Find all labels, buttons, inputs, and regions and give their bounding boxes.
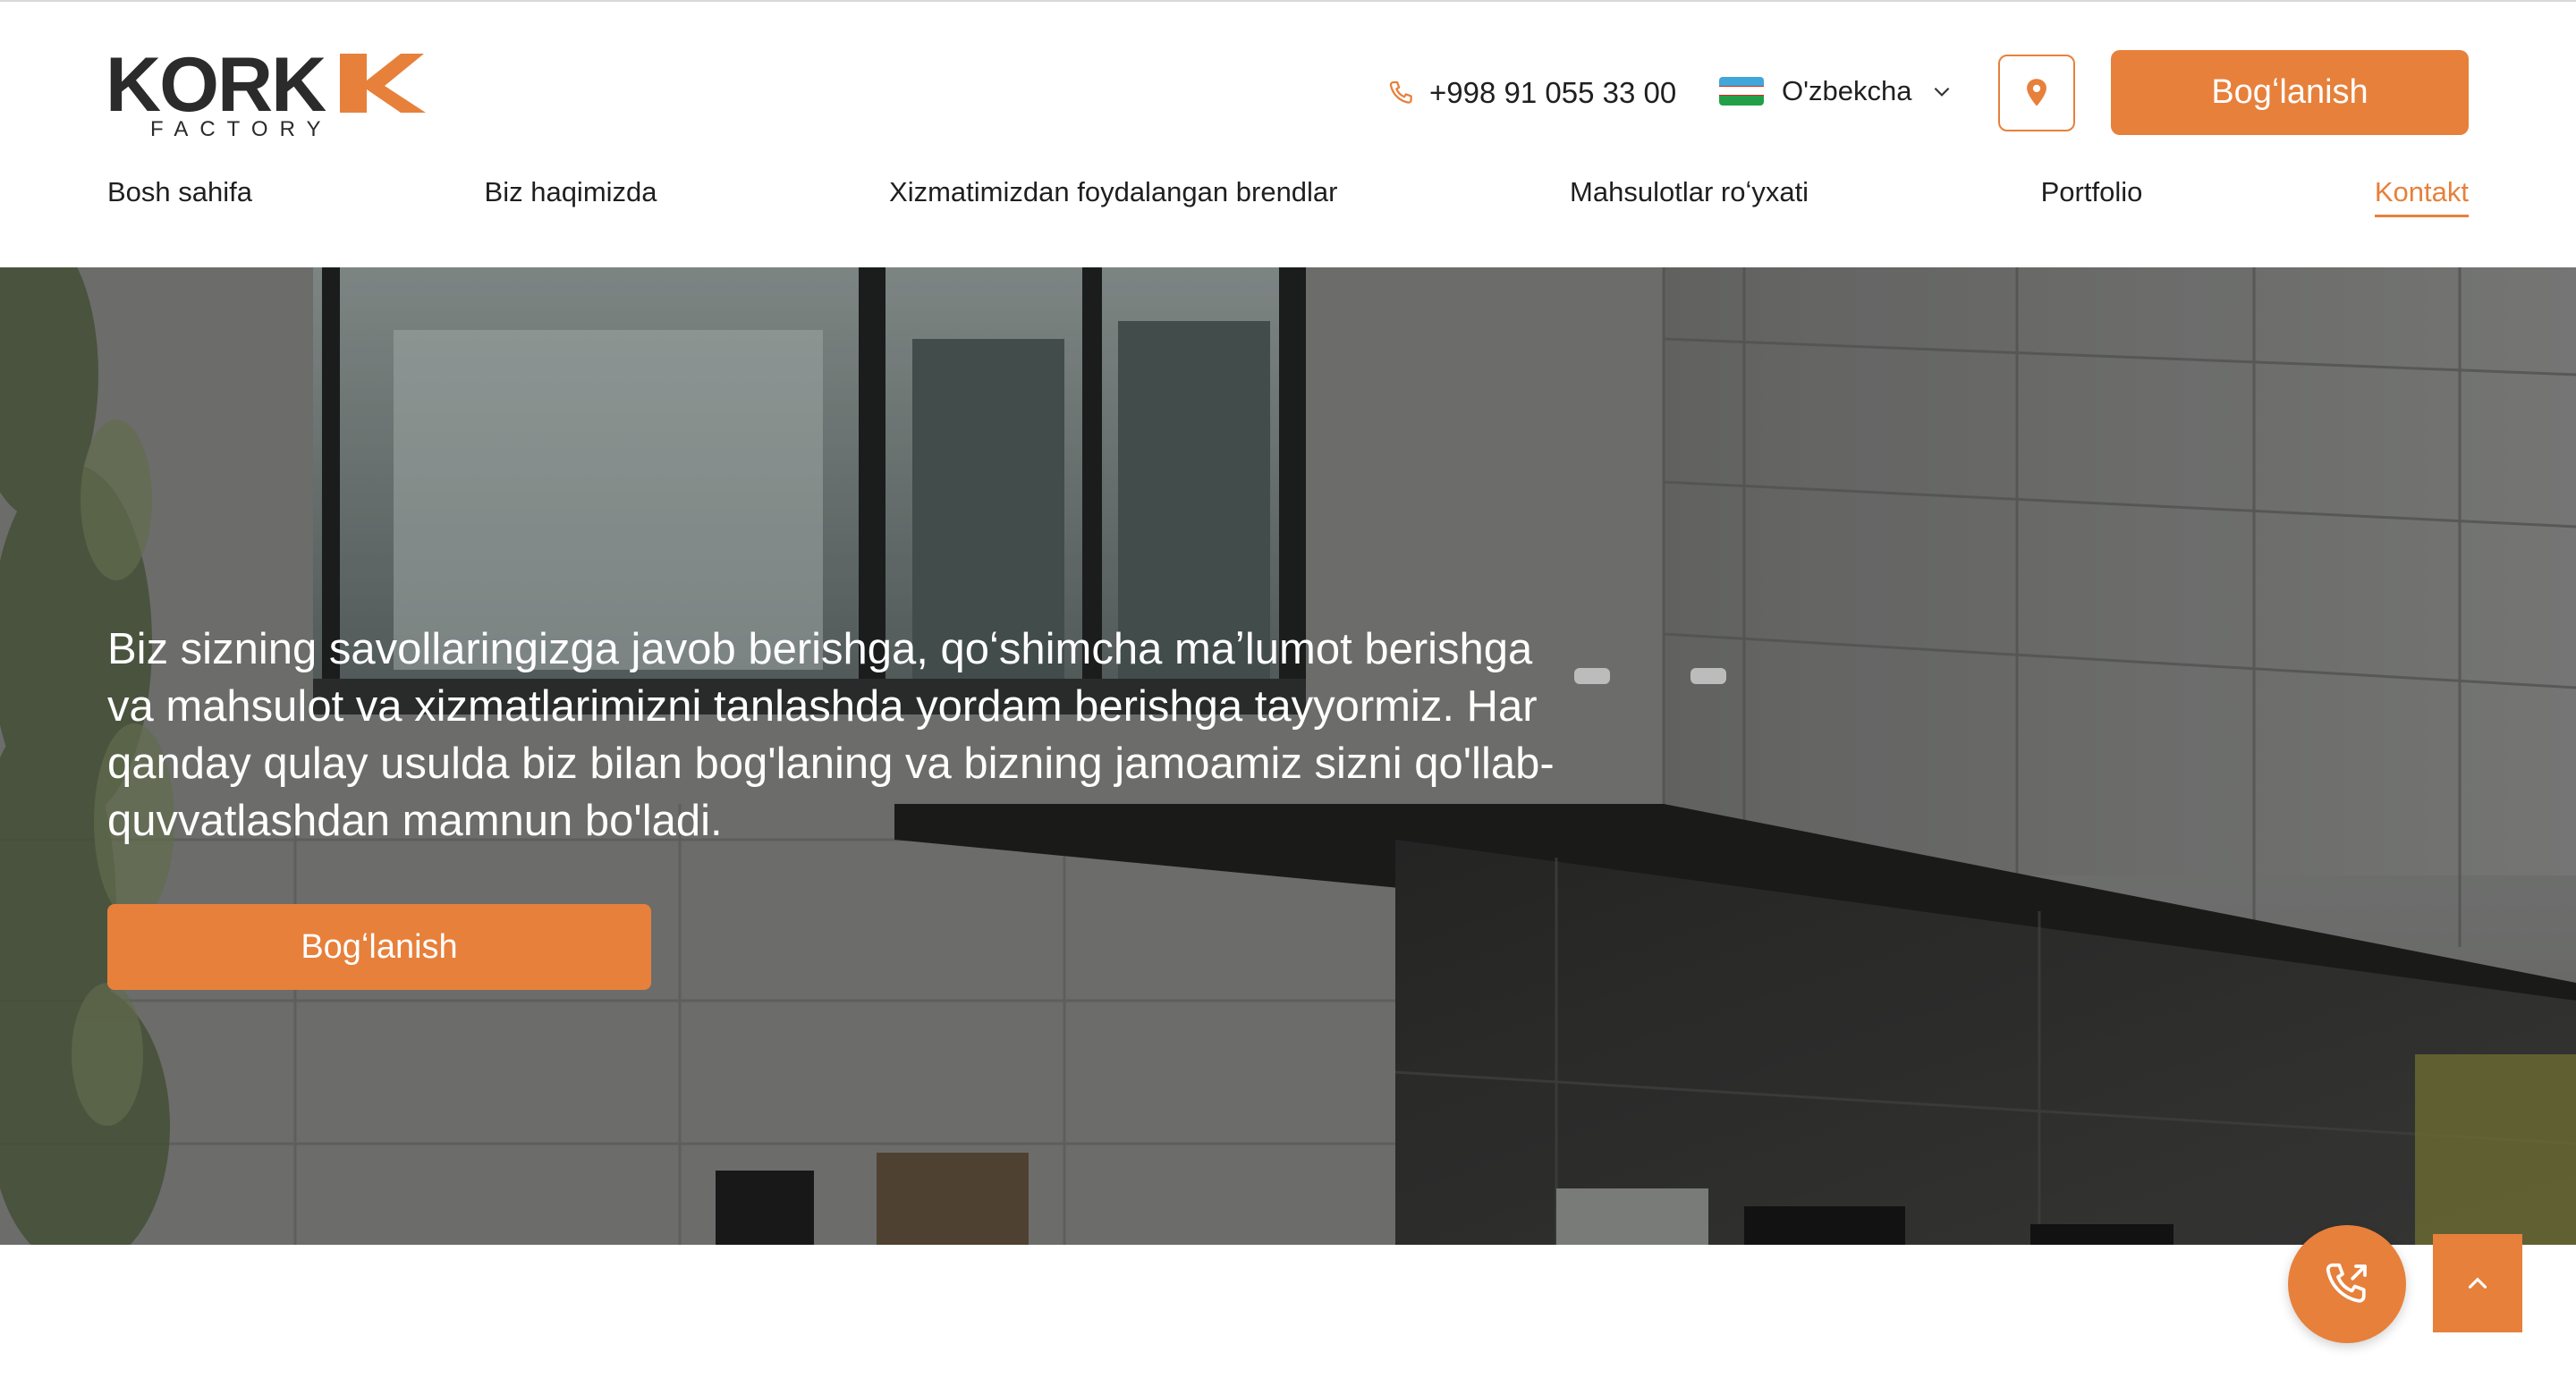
chevron-down-icon xyxy=(1934,87,1949,97)
hero-section: Biz sizning savollaringizga javob berish… xyxy=(0,267,2576,1245)
map-pin-icon xyxy=(2027,79,2046,106)
nav-item-brands[interactable]: Xizmatimizdan foydalangan brendlar xyxy=(889,176,1337,212)
logo-wordmark: KORK xyxy=(106,50,326,128)
header-phone-link[interactable]: +998 91 055 33 00 xyxy=(1386,72,1676,114)
language-selector[interactable]: O'zbekcha xyxy=(1719,68,1953,114)
nav-item-contact[interactable]: Kontakt xyxy=(2374,176,2470,217)
language-label: O'zbekcha xyxy=(1782,75,1912,106)
nav-item-portfolio[interactable]: Portfolio xyxy=(2041,176,2143,212)
phone-icon xyxy=(1389,80,1412,104)
header-contact-button[interactable]: Bogʻlanish xyxy=(2111,50,2469,135)
nav-item-products[interactable]: Mahsulotlar roʻyxati xyxy=(1570,176,1809,212)
site-header: KORK FACTORY +998 91 055 33 00 O'zbekcha… xyxy=(0,2,2576,267)
main-navigation: Bosh sahifa Biz haqimizda Xizmatimizdan … xyxy=(107,172,2470,217)
nav-item-home[interactable]: Bosh sahifa xyxy=(107,176,252,212)
hero-contact-button[interactable]: Bogʻlanish xyxy=(107,904,651,990)
call-button[interactable] xyxy=(2288,1225,2406,1343)
kork-factory-logo[interactable]: KORK FACTORY xyxy=(106,50,428,140)
phone-outgoing-icon xyxy=(2326,1263,2367,1303)
chevron-up-icon xyxy=(2468,1277,2487,1289)
logo-accent-k xyxy=(340,54,426,113)
location-button[interactable] xyxy=(1998,55,2075,131)
uzbekistan-flag-icon xyxy=(1719,77,1764,106)
nav-item-about[interactable]: Biz haqimizda xyxy=(485,176,657,212)
phone-number: +998 91 055 33 00 xyxy=(1429,76,1677,109)
scroll-to-top-button[interactable] xyxy=(2433,1234,2522,1332)
hero-description: Biz sizning savollaringizga javob berish… xyxy=(107,625,1555,845)
logo-tagline: FACTORY xyxy=(150,117,332,140)
